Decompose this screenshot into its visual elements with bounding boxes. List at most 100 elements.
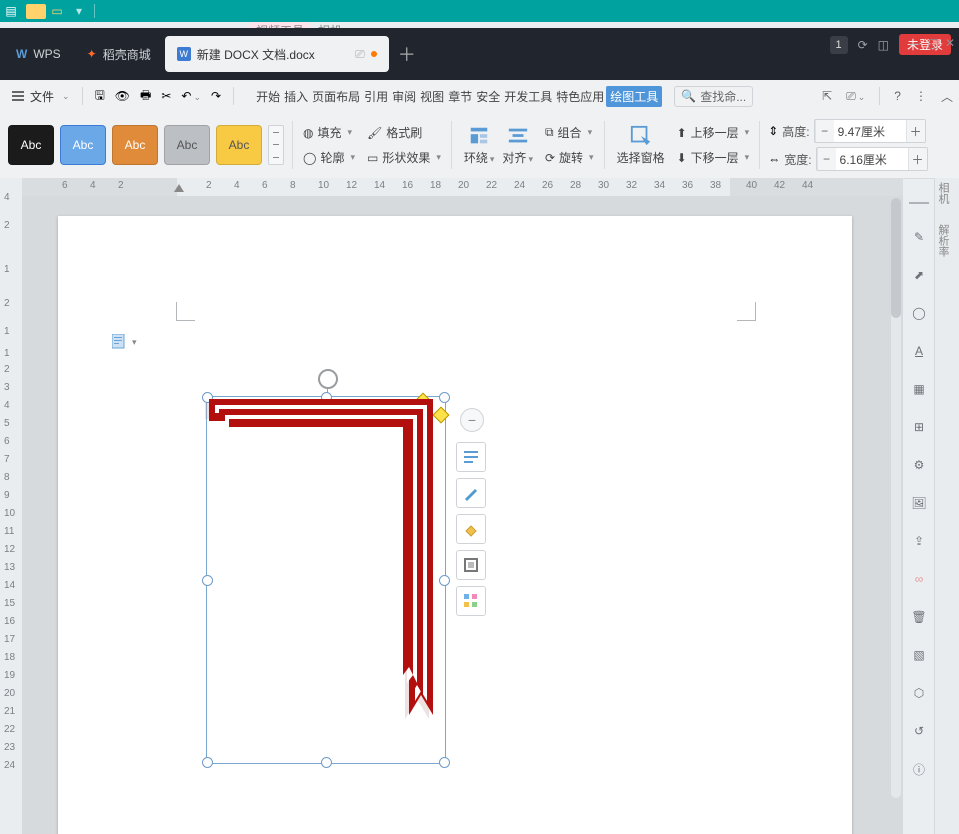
outline-button[interactable]: ◯轮廓▾ xyxy=(301,148,357,167)
shape-style-gallery[interactable]: Abc Abc Abc Abc Abc xyxy=(8,125,284,165)
style-chip-4[interactable]: Abc xyxy=(164,125,210,165)
collapse-ribbon-icon[interactable]: ︿ xyxy=(941,88,953,105)
rail-shield-icon[interactable]: ⬡ xyxy=(908,682,930,704)
width-spinner[interactable]: − 6.16厘米 ＋ xyxy=(816,147,928,171)
width-dec[interactable]: − xyxy=(817,148,836,170)
qat-undo-icon[interactable]: ↶⌄ xyxy=(181,89,201,103)
rotate-button[interactable]: ⟳旋转▾ xyxy=(543,148,596,167)
tab-review[interactable]: 审阅 xyxy=(390,86,418,107)
height-value[interactable]: 9.47厘米 xyxy=(834,123,906,140)
height-spinner[interactable]: − 9.47厘米 ＋ xyxy=(814,119,926,143)
link-dim-icon[interactable]: ⇔ xyxy=(768,152,780,166)
scrollbar-thumb[interactable] xyxy=(891,198,901,318)
tab-template-store[interactable]: ✦ 稻壳商城 xyxy=(75,36,163,72)
taskbar-app-icon[interactable]: ▤ xyxy=(0,0,22,22)
tab-dev-tools[interactable]: 开发工具 xyxy=(502,86,554,107)
window-close[interactable]: ✕ xyxy=(945,36,955,50)
resize-s[interactable] xyxy=(321,757,332,768)
style-gallery-expand[interactable] xyxy=(268,125,284,165)
command-search[interactable]: 🔍 查找命... xyxy=(674,86,753,107)
qat-print-icon[interactable]: 🖶 xyxy=(140,86,151,107)
rail-picture-icon[interactable]: ▧ xyxy=(908,644,930,666)
qat-cut-icon[interactable]: ✂ xyxy=(161,89,171,103)
height-dec[interactable]: − xyxy=(815,120,834,142)
window-maximize[interactable]: ▢ xyxy=(928,36,939,50)
tab-featured[interactable]: 特色应用 xyxy=(554,86,606,107)
style-chip-1[interactable]: Abc xyxy=(8,125,54,165)
vertical-scrollbar[interactable] xyxy=(891,198,901,798)
ctx-border-icon[interactable] xyxy=(456,550,486,580)
rail-shape-icon[interactable]: ◯ xyxy=(908,302,930,324)
resize-sw[interactable] xyxy=(202,757,213,768)
rail-history-icon[interactable]: ↺ xyxy=(908,720,930,742)
rail-share-icon[interactable]: ⇪ xyxy=(908,530,930,552)
resize-se[interactable] xyxy=(439,757,450,768)
rail-info-icon[interactable]: ⓘ xyxy=(908,758,930,780)
file-menu[interactable]: 文件 ⌄ xyxy=(6,86,76,107)
format-painter-button[interactable]: 🖌格式刷 xyxy=(365,123,443,142)
tab-references[interactable]: 引用 xyxy=(362,86,390,107)
lock-aspect-icon[interactable]: ⇕ xyxy=(768,124,778,138)
rotation-handle[interactable] xyxy=(318,369,338,389)
group-button[interactable]: ⧉组合▾ xyxy=(543,123,596,142)
rail-apps-icon[interactable]: ⊞ xyxy=(908,416,930,438)
ctx-layout-icon[interactable] xyxy=(456,442,486,472)
qat-save-icon[interactable]: 🖫 xyxy=(95,86,105,107)
bring-forward-button[interactable]: ⬆上移一层▾ xyxy=(675,123,752,142)
ctx-more-icon[interactable] xyxy=(456,586,486,616)
rail-image-icon[interactable]: 🖼 xyxy=(908,492,930,514)
taskbar-doc-icon[interactable]: ▭ xyxy=(46,0,68,22)
tab-sections[interactable]: 章节 xyxy=(446,86,474,107)
shape-effect-button[interactable]: ▭形状效果▾ xyxy=(365,148,443,167)
export-icon[interactable]: ⇱ xyxy=(822,89,832,103)
vertical-ruler[interactable]: 4212112345678910111213141516171819202122… xyxy=(0,178,22,834)
ctx-fill-icon[interactable] xyxy=(456,514,486,544)
ctx-edit-icon[interactable] xyxy=(456,478,486,508)
rail-select-icon[interactable]: ⬈ xyxy=(908,264,930,286)
screen-icon[interactable]: ⎚⌄ xyxy=(846,89,865,104)
tab-start[interactable]: 开始 xyxy=(254,86,282,107)
style-chip-2[interactable]: Abc xyxy=(60,125,106,165)
tab-page-layout[interactable]: 页面布局 xyxy=(310,86,362,107)
rail-text-icon[interactable]: A xyxy=(908,340,930,362)
style-chip-5[interactable]: Abc xyxy=(216,125,262,165)
tab-insert[interactable]: 插入 xyxy=(282,86,310,107)
paragraph-control[interactable]: ▾ xyxy=(112,334,137,350)
rail-settings-icon[interactable]: ⚙ xyxy=(908,454,930,476)
rail-table-icon[interactable]: ▦ xyxy=(908,378,930,400)
wrap-button[interactable]: 环绕▾ xyxy=(460,125,499,166)
selection-pane-button[interactable]: 选择窗格 xyxy=(613,125,669,166)
style-chip-3[interactable]: Abc xyxy=(112,125,158,165)
rail-edit-icon[interactable]: ✎ xyxy=(908,226,930,248)
window-minimize[interactable]: — xyxy=(910,36,922,50)
tab-drawing-tools[interactable]: 绘图工具 xyxy=(606,86,662,107)
rail-trash-icon[interactable]: 🗑 xyxy=(908,606,930,628)
ctx-collapse-icon[interactable]: − xyxy=(460,408,484,432)
tab-security[interactable]: 安全 xyxy=(474,86,502,107)
selected-shape[interactable] xyxy=(206,396,446,764)
document-canvas[interactable]: ▾ xyxy=(22,196,903,834)
width-value[interactable]: 6.16厘米 xyxy=(836,151,908,168)
taskbar-folder-icon[interactable] xyxy=(26,4,46,19)
qat-redo-icon[interactable]: ↷ xyxy=(211,89,221,103)
tab-wps-home[interactable]: W WPS xyxy=(4,36,73,72)
fill-button[interactable]: ◍填充▾ xyxy=(301,123,357,142)
height-inc[interactable]: ＋ xyxy=(906,120,925,142)
width-inc[interactable]: ＋ xyxy=(908,148,927,170)
tab-view[interactable]: 视图 xyxy=(418,86,446,107)
tab-display-icon[interactable]: ⎚ xyxy=(355,47,365,62)
brush-icon: 🖌 xyxy=(367,126,382,140)
apps-icon[interactable]: ◫ xyxy=(878,38,889,52)
rail-link-icon[interactable]: ∞ xyxy=(908,568,930,590)
sync-icon[interactable]: ⟳ xyxy=(858,38,868,52)
align-button[interactable]: 对齐▾ xyxy=(498,125,537,166)
taskbar-save-icon[interactable]: ▾ xyxy=(68,0,90,22)
notification-badge[interactable]: 1 xyxy=(830,36,848,54)
send-backward-button[interactable]: ⬇下移一层▾ xyxy=(675,148,752,167)
more-icon[interactable]: ⋮ xyxy=(915,89,927,103)
external-panel-edge: 相机 解析率 xyxy=(934,178,959,834)
help-icon[interactable]: ? xyxy=(894,89,901,103)
tab-current-document[interactable]: W 新建 DOCX 文档.docx ⎚ xyxy=(165,36,389,72)
qat-print-preview-icon[interactable]: 👁 xyxy=(115,89,130,103)
new-tab-button[interactable]: ＋ xyxy=(391,38,423,70)
